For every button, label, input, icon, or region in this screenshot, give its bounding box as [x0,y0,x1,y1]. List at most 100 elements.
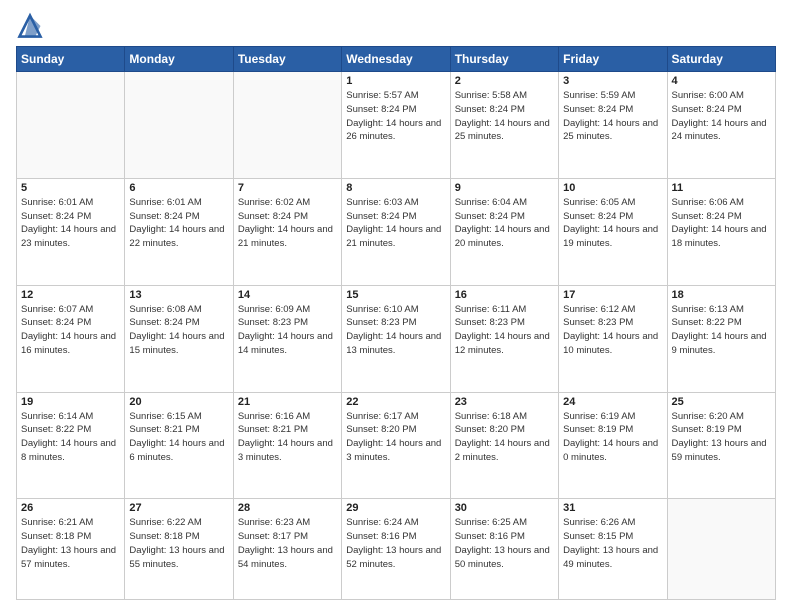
day-info: Sunrise: 6:25 AMSunset: 8:16 PMDaylight:… [455,516,554,571]
day-info: Sunrise: 6:06 AMSunset: 8:24 PMDaylight:… [672,196,771,251]
day-number: 30 [455,502,554,514]
day-cell-12: 12 Sunrise: 6:07 AMSunset: 8:24 PMDayligh… [17,285,125,392]
day-info: Sunrise: 6:08 AMSunset: 8:24 PMDaylight:… [129,303,228,358]
day-number: 16 [455,289,554,301]
day-cell-23: 23 Sunrise: 6:18 AMSunset: 8:20 PMDayligh… [450,392,558,499]
day-number: 19 [21,396,120,408]
calendar: SundayMondayTuesdayWednesdayThursdayFrid… [16,46,776,600]
day-number: 18 [672,289,771,301]
weekday-header-tuesday: Tuesday [233,47,341,72]
day-info: Sunrise: 5:58 AMSunset: 8:24 PMDaylight:… [455,89,554,144]
day-cell-21: 21 Sunrise: 6:16 AMSunset: 8:21 PMDayligh… [233,392,341,499]
week-row-1: 1 Sunrise: 5:57 AMSunset: 8:24 PMDaylight… [17,72,776,179]
day-info: Sunrise: 6:17 AMSunset: 8:20 PMDaylight:… [346,410,445,465]
day-cell-empty [17,72,125,179]
day-number: 9 [455,182,554,194]
day-number: 3 [563,75,662,87]
day-cell-26: 26 Sunrise: 6:21 AMSunset: 8:18 PMDayligh… [17,499,125,600]
day-number: 17 [563,289,662,301]
day-info: Sunrise: 5:57 AMSunset: 8:24 PMDaylight:… [346,89,445,144]
header [16,12,776,40]
day-cell-9: 9 Sunrise: 6:04 AMSunset: 8:24 PMDaylight… [450,178,558,285]
day-number: 14 [238,289,337,301]
logo-icon [16,12,44,40]
day-info: Sunrise: 6:19 AMSunset: 8:19 PMDaylight:… [563,410,662,465]
weekday-header-sunday: Sunday [17,47,125,72]
day-info: Sunrise: 5:59 AMSunset: 8:24 PMDaylight:… [563,89,662,144]
logo [16,12,48,40]
day-number: 13 [129,289,228,301]
day-cell-5: 5Sunrise: 6:01 AMSunset: 8:24 PMDaylight… [17,178,125,285]
day-info: Sunrise: 6:14 AMSunset: 8:22 PMDaylight:… [21,410,120,465]
weekday-header-row: SundayMondayTuesdayWednesdayThursdayFrid… [17,47,776,72]
week-row-5: 26 Sunrise: 6:21 AMSunset: 8:18 PMDayligh… [17,499,776,600]
day-number: 4 [672,75,771,87]
day-info: Sunrise: 6:03 AMSunset: 8:24 PMDaylight:… [346,196,445,251]
day-info: Sunrise: 6:16 AMSunset: 8:21 PMDaylight:… [238,410,337,465]
weekday-header-wednesday: Wednesday [342,47,450,72]
day-info: Sunrise: 6:11 AMSunset: 8:23 PMDaylight:… [455,303,554,358]
day-info: Sunrise: 6:13 AMSunset: 8:22 PMDaylight:… [672,303,771,358]
week-row-2: 5Sunrise: 6:01 AMSunset: 8:24 PMDaylight… [17,178,776,285]
day-info: Sunrise: 6:15 AMSunset: 8:21 PMDaylight:… [129,410,228,465]
day-cell-4: 4 Sunrise: 6:00 AMSunset: 8:24 PMDaylight… [667,72,775,179]
day-cell-31: 31 Sunrise: 6:26 AMSunset: 8:15 PMDayligh… [559,499,667,600]
day-cell-16: 16 Sunrise: 6:11 AMSunset: 8:23 PMDayligh… [450,285,558,392]
day-cell-28: 28Sunrise: 6:23 AMSunset: 8:17 PMDayligh… [233,499,341,600]
day-number: 6 [129,182,228,194]
day-cell-13: 13 Sunrise: 6:08 AMSunset: 8:24 PMDayligh… [125,285,233,392]
day-number: 7 [238,182,337,194]
day-number: 12 [21,289,120,301]
day-number: 31 [563,502,662,514]
day-info: Sunrise: 6:21 AMSunset: 8:18 PMDaylight:… [21,516,120,571]
day-cell-19: 19 Sunrise: 6:14 AMSunset: 8:22 PMDayligh… [17,392,125,499]
day-cell-20: 20 Sunrise: 6:15 AMSunset: 8:21 PMDayligh… [125,392,233,499]
day-info: Sunrise: 6:01 AMSunset: 8:24 PMDaylight:… [21,196,120,251]
day-info: Sunrise: 6:05 AMSunset: 8:24 PMDaylight:… [563,196,662,251]
day-info: Sunrise: 6:12 AMSunset: 8:23 PMDaylight:… [563,303,662,358]
day-info: Sunrise: 6:00 AMSunset: 8:24 PMDaylight:… [672,89,771,144]
weekday-header-saturday: Saturday [667,47,775,72]
day-number: 20 [129,396,228,408]
day-number: 21 [238,396,337,408]
weekday-header-monday: Monday [125,47,233,72]
day-info: Sunrise: 6:18 AMSunset: 8:20 PMDaylight:… [455,410,554,465]
day-cell-empty [125,72,233,179]
day-number: 15 [346,289,445,301]
day-number: 24 [563,396,662,408]
day-info: Sunrise: 6:07 AMSunset: 8:24 PMDaylight:… [21,303,120,358]
day-number: 11 [672,182,771,194]
page: SundayMondayTuesdayWednesdayThursdayFrid… [0,0,792,612]
weekday-header-friday: Friday [559,47,667,72]
day-cell-14: 14Sunrise: 6:09 AMSunset: 8:23 PMDayligh… [233,285,341,392]
day-number: 29 [346,502,445,514]
day-cell-25: 25Sunrise: 6:20 AMSunset: 8:19 PMDayligh… [667,392,775,499]
day-number: 2 [455,75,554,87]
day-number: 8 [346,182,445,194]
day-cell-3: 3 Sunrise: 5:59 AMSunset: 8:24 PMDaylight… [559,72,667,179]
day-info: Sunrise: 6:20 AMSunset: 8:19 PMDaylight:… [672,410,771,465]
day-info: Sunrise: 6:04 AMSunset: 8:24 PMDaylight:… [455,196,554,251]
day-cell-18: 18 Sunrise: 6:13 AMSunset: 8:22 PMDayligh… [667,285,775,392]
day-cell-8: 8 Sunrise: 6:03 AMSunset: 8:24 PMDaylight… [342,178,450,285]
day-cell-empty [233,72,341,179]
week-row-4: 19 Sunrise: 6:14 AMSunset: 8:22 PMDayligh… [17,392,776,499]
day-cell-22: 22 Sunrise: 6:17 AMSunset: 8:20 PMDayligh… [342,392,450,499]
day-cell-17: 17 Sunrise: 6:12 AMSunset: 8:23 PMDayligh… [559,285,667,392]
day-cell-11: 11 Sunrise: 6:06 AMSunset: 8:24 PMDayligh… [667,178,775,285]
day-number: 22 [346,396,445,408]
day-cell-empty [667,499,775,600]
day-number: 1 [346,75,445,87]
day-cell-1: 1 Sunrise: 5:57 AMSunset: 8:24 PMDaylight… [342,72,450,179]
day-number: 23 [455,396,554,408]
week-row-3: 12 Sunrise: 6:07 AMSunset: 8:24 PMDayligh… [17,285,776,392]
day-info: Sunrise: 6:26 AMSunset: 8:15 PMDaylight:… [563,516,662,571]
day-number: 26 [21,502,120,514]
day-info: Sunrise: 6:02 AMSunset: 8:24 PMDaylight:… [238,196,337,251]
day-cell-15: 15 Sunrise: 6:10 AMSunset: 8:23 PMDayligh… [342,285,450,392]
day-info: Sunrise: 6:10 AMSunset: 8:23 PMDaylight:… [346,303,445,358]
weekday-header-thursday: Thursday [450,47,558,72]
day-cell-27: 27Sunrise: 6:22 AMSunset: 8:18 PMDayligh… [125,499,233,600]
day-info: Sunrise: 6:22 AMSunset: 8:18 PMDaylight:… [129,516,228,571]
day-cell-7: 7 Sunrise: 6:02 AMSunset: 8:24 PMDaylight… [233,178,341,285]
